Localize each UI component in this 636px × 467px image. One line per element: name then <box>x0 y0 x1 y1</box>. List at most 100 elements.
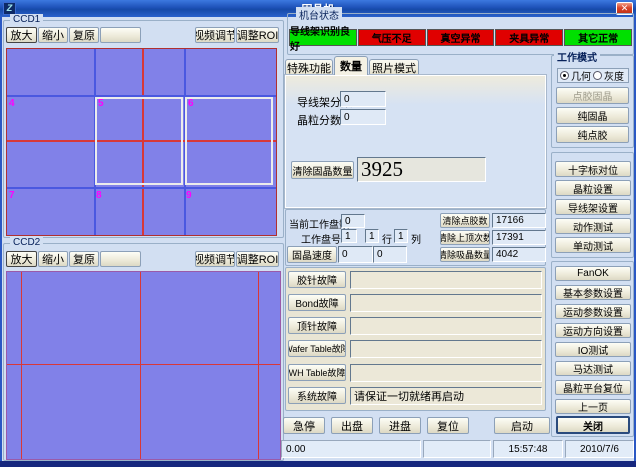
clear-dispense-count-button[interactable]: 清除点胶数 <box>440 213 490 228</box>
status-indicator-row: 导线架识别良好 气压不足 真空异常 夹具异常 其它正常 <box>289 29 632 46</box>
statusbar-date: 2010/7/6 <box>565 440 634 458</box>
crosshair-vertical <box>21 272 22 459</box>
status-indicator-fixture: 夹具异常 <box>495 29 563 46</box>
grid-cell-number: 9 <box>186 190 192 201</box>
ccd2-zoom-out-button[interactable]: 缩小 <box>38 251 68 267</box>
bond-only-mode-button[interactable]: 纯固晶 <box>556 107 629 124</box>
grid-cell-number: 4 <box>9 98 15 109</box>
ccd2-video-area[interactable] <box>6 271 281 460</box>
tray-out-button[interactable]: 出盘 <box>331 417 373 434</box>
bond-fault-message <box>350 294 542 312</box>
die-platform-reset-button[interactable]: 晶粒平台复位 <box>555 380 631 395</box>
motion-params-button[interactable]: 运动参数设置 <box>555 304 631 319</box>
ccd1-video-area[interactable]: 4 5 6 7 8 9 <box>6 48 277 236</box>
ccd2-label: CCD2 <box>10 237 43 248</box>
roi-rectangle <box>95 97 183 185</box>
speed-field-1[interactable]: 0 <box>338 246 373 263</box>
wh-table-fault-message <box>350 364 542 382</box>
tab-photo-mode[interactable]: 照片模式 <box>369 59 419 75</box>
wafer-table-fault-button[interactable]: Wafer Table故障 <box>288 340 346 357</box>
tray-no-field[interactable]: 1 <box>341 229 357 243</box>
status-indicator-vacuum: 真空异常 <box>427 29 495 46</box>
start-button[interactable]: 启动 <box>494 417 550 434</box>
ejector-pin-fault-message <box>350 317 542 335</box>
system-fault-button[interactable]: 系统故障 <box>288 387 346 404</box>
dispense-only-mode-button[interactable]: 纯点胶 <box>556 126 629 143</box>
glue-needle-fault-message <box>350 271 542 289</box>
ejector-pin-fault-button[interactable]: 顶针故障 <box>288 317 346 334</box>
die-bonder-window: Z 固晶机 ✕ CCD1 放大 缩小 复原 视频调节 调整ROI 4 5 6 7… <box>0 0 636 467</box>
ccd1-restore-button[interactable]: 复原 <box>69 27 99 43</box>
previous-page-button[interactable]: 上一页 <box>555 399 631 414</box>
die-count-field[interactable]: 0 <box>340 109 386 125</box>
geometry-radio-label: 几何 <box>571 68 591 83</box>
emergency-stop-button[interactable]: 急停 <box>283 417 325 434</box>
motor-test-button[interactable]: 马达测试 <box>555 361 631 376</box>
speed-field-2[interactable]: 0 <box>373 246 407 263</box>
col-field[interactable]: 1 <box>394 229 408 243</box>
ccd2-restore-button[interactable]: 复原 <box>69 251 99 267</box>
ccd1-video-adjust-button[interactable]: 视频调节 <box>195 27 235 43</box>
grayscale-radio-label: 灰度 <box>604 68 624 83</box>
reset-button[interactable]: 复位 <box>427 417 469 434</box>
crosshair-vertical <box>258 272 259 459</box>
machine-status-label: 机台状态 <box>296 7 342 22</box>
clear-pushup-count-button[interactable]: 清除上顶次数 <box>440 230 490 245</box>
ccd1-zoom-out-button[interactable]: 缩小 <box>38 27 68 43</box>
close-page-button[interactable]: 关闭 <box>556 416 630 434</box>
cross-mark-align-button[interactable]: 十字标对位 <box>555 161 631 177</box>
status-indicator-air-pressure: 气压不足 <box>358 29 426 46</box>
leadframe-settings-button[interactable]: 导线架设置 <box>555 199 631 215</box>
status-indicator-others-ok: 其它正常 <box>564 29 632 46</box>
bond-speed-button[interactable]: 固晶速度 <box>287 246 337 263</box>
tab-quantity[interactable]: 数量 <box>334 56 368 75</box>
crosshair-vertical <box>140 272 141 459</box>
wh-table-fault-button[interactable]: WH Table故障 <box>288 364 346 381</box>
grid-cell-number: 8 <box>96 190 102 201</box>
grayscale-radio[interactable] <box>593 71 602 80</box>
ccd2-blank-button[interactable] <box>100 251 141 267</box>
wafer-table-fault-message <box>350 340 542 358</box>
crosshair-horizontal <box>7 364 280 365</box>
work-mode-radio-panel: 几何 灰度 <box>557 68 629 83</box>
row-field[interactable]: 1 <box>365 229 379 243</box>
pickup-count-field[interactable]: 4042 <box>492 247 546 262</box>
grid-cell-number: 7 <box>9 190 15 201</box>
dispense-bond-mode-button: 点胶固晶 <box>556 87 629 104</box>
die-count-label: 晶粒分数 <box>297 112 341 128</box>
bond-count-display: 3925 <box>357 157 486 182</box>
bond-fault-button[interactable]: Bond故障 <box>288 294 346 311</box>
status-indicator-leadframe-ok: 导线架识别良好 <box>289 29 357 46</box>
io-test-button[interactable]: IO测试 <box>555 342 631 357</box>
basic-params-button[interactable]: 基本参数设置 <box>555 285 631 300</box>
grid-cell-number: 6 <box>188 98 194 109</box>
ccd2-zoom-in-button[interactable]: 放大 <box>6 251 37 267</box>
ccd1-blank-button[interactable] <box>100 27 141 43</box>
system-fault-message: 请保证一切就绪再启动 <box>350 387 542 405</box>
geometry-radio[interactable] <box>560 71 569 80</box>
tray-in-button[interactable]: 进盘 <box>379 417 421 434</box>
glue-needle-fault-button[interactable]: 胶针故障 <box>288 271 346 288</box>
leadframe-count-field[interactable]: 0 <box>340 91 386 107</box>
ccd1-zoom-in-button[interactable]: 放大 <box>6 27 37 43</box>
ccd2-adjust-roi-button[interactable]: 调整ROI <box>236 251 279 267</box>
ccd2-video-adjust-button[interactable]: 视频调节 <box>195 251 235 267</box>
pushup-count-field[interactable]: 17391 <box>492 230 546 245</box>
fanok-button[interactable]: FanOK <box>555 266 631 281</box>
die-settings-button[interactable]: 晶粒设置 <box>555 180 631 196</box>
dispense-count-field[interactable]: 17166 <box>492 213 546 228</box>
ccd1-adjust-roi-button[interactable]: 调整ROI <box>236 27 279 43</box>
col-label: 列 <box>411 231 421 246</box>
clear-bond-count-button[interactable]: 清除固晶数量 <box>291 161 354 179</box>
tab-special-functions[interactable]: 特殊功能 <box>285 59 333 75</box>
row-label: 行 <box>382 231 392 246</box>
action-test-button[interactable]: 动作测试 <box>555 218 631 234</box>
clear-pickup-count-button[interactable]: 清除吸晶数量 <box>440 247 490 262</box>
grid-cell-number: 5 <box>98 98 104 109</box>
tray-no-label: 工作盘号: <box>301 231 344 246</box>
single-action-test-button[interactable]: 单动测试 <box>555 237 631 253</box>
window-border-bottom <box>0 461 636 467</box>
statusbar-value: 0.00 <box>281 440 421 458</box>
current-tray-field[interactable]: 0 <box>341 214 365 228</box>
motion-direction-button[interactable]: 运动方向设置 <box>555 323 631 338</box>
